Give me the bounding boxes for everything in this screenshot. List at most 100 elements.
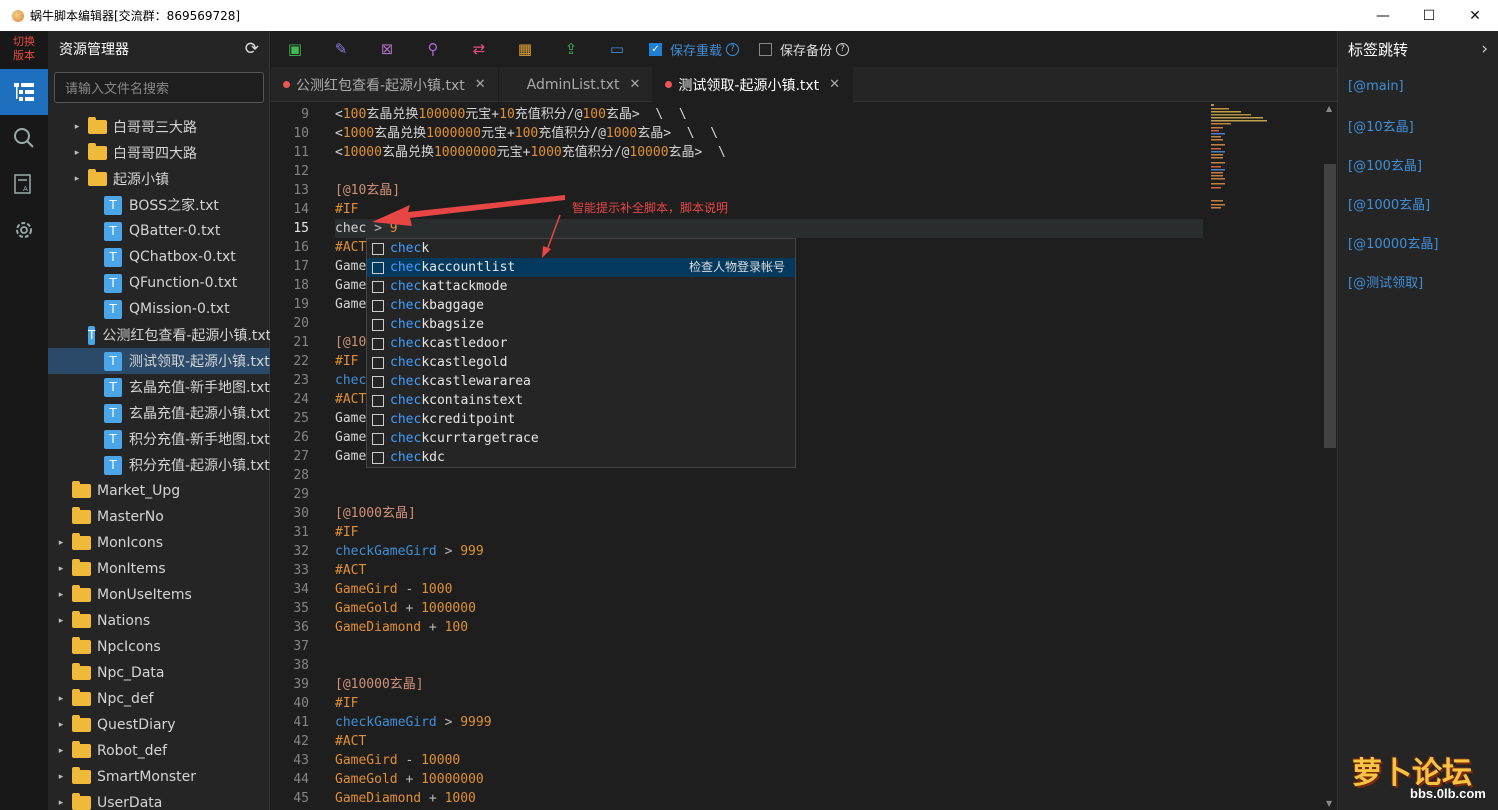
- tree-folder[interactable]: ▸ UserData: [48, 790, 270, 810]
- tree-file[interactable]: T 积分充值-新手地图.txt: [48, 426, 270, 452]
- code-line[interactable]: 13 [@10玄晶]: [271, 181, 1321, 200]
- suggestion-item[interactable]: chec kaccountlist 检查人物登录帐号: [367, 258, 795, 277]
- edit-icon[interactable]: ✎: [329, 37, 353, 61]
- search-icon[interactable]: [0, 115, 48, 161]
- code-line[interactable]: 36 GameDiamond + 100: [271, 618, 1321, 637]
- code-line[interactable]: 34 GameGird - 1000: [271, 580, 1321, 599]
- tree-file[interactable]: T 积分充值-起源小镇.txt: [48, 452, 270, 478]
- code-line[interactable]: 43 GameGird - 10000: [271, 751, 1321, 770]
- folder-open-icon[interactable]: ▭: [605, 37, 629, 61]
- chevron-right-icon[interactable]: ›: [1481, 39, 1488, 59]
- chevron-right-icon[interactable]: ▸: [72, 122, 82, 132]
- code-line[interactable]: 33 #ACT: [271, 561, 1321, 580]
- code-line[interactable]: 30 [@1000玄晶]: [271, 504, 1321, 523]
- suggestion-item[interactable]: chec kbaggage: [367, 296, 795, 315]
- tree-folder[interactable]: ▸ MonUseItems: [48, 582, 270, 608]
- qrcode-icon[interactable]: ▦: [513, 37, 537, 61]
- scrollbar-thumb[interactable]: [1324, 164, 1336, 448]
- chevron-right-icon[interactable]: ▸: [56, 720, 66, 730]
- tree-file[interactable]: T QChatbox-0.txt: [48, 244, 270, 270]
- close-tab-icon[interactable]: ✕: [475, 77, 486, 92]
- maximize-button[interactable]: ☐: [1406, 0, 1452, 31]
- upload-icon[interactable]: ⇪: [559, 37, 583, 61]
- tree-file[interactable]: T QBatter-0.txt: [48, 218, 270, 244]
- close-file-icon[interactable]: ⊠: [375, 37, 399, 61]
- tag-jump-item[interactable]: [@1000玄晶]: [1338, 184, 1498, 223]
- code-line[interactable]: 41 checkGameGird > 9999: [271, 713, 1321, 732]
- switch-version-button[interactable]: 切换 版本: [0, 31, 48, 63]
- tree-folder[interactable]: ▸ Robot_def: [48, 738, 270, 764]
- suggestion-item[interactable]: chec kbagsize: [367, 315, 795, 334]
- checkbox-unchecked-icon[interactable]: [759, 42, 773, 56]
- tree-file[interactable]: T BOSS之家.txt: [48, 192, 270, 218]
- code-line[interactable]: 12: [271, 162, 1321, 181]
- chevron-right-icon[interactable]: ▸: [56, 772, 66, 782]
- tree-folder[interactable]: MasterNo: [48, 504, 270, 530]
- checkbox-checked-icon[interactable]: ✓: [649, 42, 662, 56]
- tree-file[interactable]: T 公测红包查看-起源小镇.txt: [48, 322, 270, 348]
- help-icon[interactable]: ?: [726, 42, 740, 56]
- code-line[interactable]: 11 <10000玄晶兑换10000000元宝+1000充值积分/@10000玄晶…: [271, 143, 1321, 162]
- code-line[interactable]: 31 #IF: [271, 523, 1321, 542]
- tree-file[interactable]: T 玄晶充值-起源小镇.txt: [48, 400, 270, 426]
- tag-jump-item[interactable]: [@10玄晶]: [1338, 106, 1498, 145]
- chevron-right-icon[interactable]: ▸: [56, 616, 66, 626]
- tree-folder[interactable]: ▸ Nations: [48, 608, 270, 634]
- tree-file[interactable]: T 玄晶充值-新手地图.txt: [48, 374, 270, 400]
- code-line[interactable]: 37: [271, 637, 1321, 656]
- settings-icon[interactable]: [0, 207, 48, 253]
- code-line[interactable]: 35 GameGold + 1000000: [271, 599, 1321, 618]
- chevron-right-icon[interactable]: ▸: [56, 590, 66, 600]
- tree-folder[interactable]: ▸ QuestDiary: [48, 712, 270, 738]
- code-line[interactable]: 10 <1000玄晶兑换1000000元宝+100充值积分/@1000玄晶> \ …: [271, 124, 1321, 143]
- help-icon[interactable]: ?: [836, 42, 850, 56]
- save-icon[interactable]: ▣: [283, 37, 307, 61]
- replace-icon[interactable]: ⇄: [467, 37, 491, 61]
- tag-jump-item[interactable]: [@main]: [1338, 67, 1498, 106]
- save-reload-toggle[interactable]: ✓ 保存重载 ?: [649, 40, 740, 59]
- tree-folder[interactable]: ▸ Npc_def: [48, 686, 270, 712]
- code-line[interactable]: 9 <100玄晶兑换100000元宝+10充值积分/@100玄晶> \ \: [271, 105, 1321, 124]
- scroll-up-icon[interactable]: ▲: [1326, 104, 1332, 113]
- suggestion-item[interactable]: chec k: [367, 239, 795, 258]
- suggestion-item[interactable]: chec kcastledoor: [367, 334, 795, 353]
- chevron-right-icon[interactable]: ▸: [72, 148, 82, 158]
- tree-folder[interactable]: ▸ 白哥哥四大路: [48, 140, 270, 166]
- tree-folder[interactable]: NpcIcons: [48, 634, 270, 660]
- file-search-input[interactable]: 请输入文件名搜索: [54, 72, 264, 103]
- suggestion-item[interactable]: chec kcurrtargetrace: [367, 429, 795, 448]
- suggestion-item[interactable]: chec kattackmode: [367, 277, 795, 296]
- suggestion-item[interactable]: chec kcreditpoint: [367, 410, 795, 429]
- chevron-right-icon[interactable]: ▸: [56, 564, 66, 574]
- code-line[interactable]: 15 chec > 9: [271, 219, 1321, 238]
- tag-jump-item[interactable]: [@测试领取]: [1338, 262, 1498, 301]
- code-line[interactable]: 39 [@10000玄晶]: [271, 675, 1321, 694]
- refresh-icon[interactable]: ⟳: [245, 39, 259, 59]
- code-line[interactable]: 40 #IF: [271, 694, 1321, 713]
- code-line[interactable]: 38: [271, 656, 1321, 675]
- suggestion-item[interactable]: chec kcastlegold: [367, 353, 795, 372]
- suggestion-item[interactable]: chec kcontainstext: [367, 391, 795, 410]
- editor-tab[interactable]: AdminList.txt ✕: [499, 67, 654, 102]
- code-line[interactable]: 29: [271, 485, 1321, 504]
- tree-folder[interactable]: ▸ 起源小镇: [48, 166, 270, 192]
- find-icon[interactable]: ⚲: [421, 37, 445, 61]
- close-tab-icon[interactable]: ✕: [829, 77, 840, 92]
- chevron-right-icon[interactable]: ▸: [56, 694, 66, 704]
- code-line[interactable]: 14 #IF: [271, 200, 1321, 219]
- code-line[interactable]: 32 checkGameGird > 999: [271, 542, 1321, 561]
- code-line[interactable]: 45 GameDiamond + 1000: [271, 789, 1321, 808]
- close-tab-icon[interactable]: ✕: [629, 77, 640, 92]
- editor-tab[interactable]: 公测红包查看-起源小镇.txt ✕: [271, 67, 499, 102]
- text-icon[interactable]: A: [0, 161, 48, 207]
- chevron-right-icon[interactable]: ▸: [56, 538, 66, 548]
- editor-scrollbar[interactable]: ▲ ▼: [1323, 102, 1337, 810]
- chevron-right-icon[interactable]: ▸: [72, 174, 82, 184]
- chevron-right-icon[interactable]: ▸: [56, 798, 66, 808]
- chevron-right-icon[interactable]: ▸: [56, 746, 66, 756]
- tree-file[interactable]: T 测试领取-起源小镇.txt: [48, 348, 270, 374]
- minimap[interactable]: [1210, 102, 1320, 222]
- scroll-down-icon[interactable]: ▼: [1326, 799, 1332, 808]
- tree-folder[interactable]: Npc_Data: [48, 660, 270, 686]
- code-line[interactable]: 42 #ACT: [271, 732, 1321, 751]
